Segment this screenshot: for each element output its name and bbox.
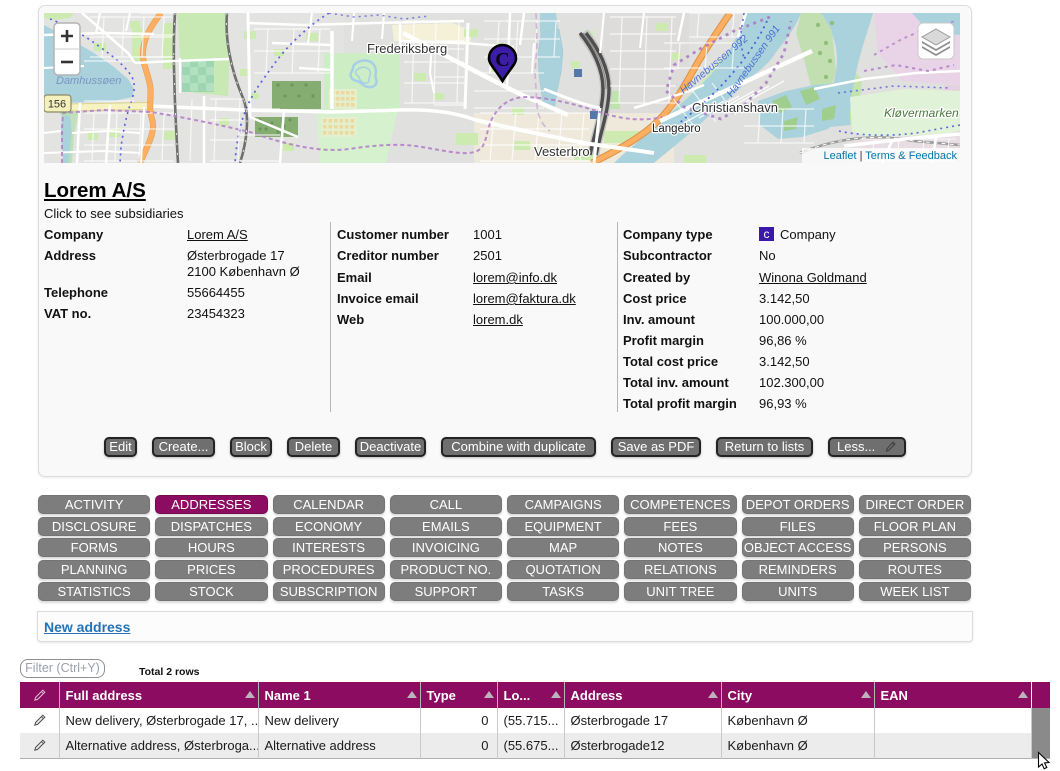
svg-text:Christianshavn: Christianshavn <box>692 100 778 115</box>
svg-text:Langebro: Langebro <box>652 123 701 135</box>
svg-text:Kløvermarken: Kløvermarken <box>884 106 959 120</box>
svg-text:Damhussøen: Damhussøen <box>56 75 121 87</box>
svg-text:Frederiksberg: Frederiksberg <box>367 41 447 56</box>
svg-text:Vesterbro: Vesterbro <box>534 144 590 159</box>
svg-text:C: C <box>495 49 509 71</box>
svg-text:156: 156 <box>48 99 66 111</box>
svg-text:Leaflet | Terms & Feedback: Leaflet | Terms & Feedback <box>823 150 957 162</box>
